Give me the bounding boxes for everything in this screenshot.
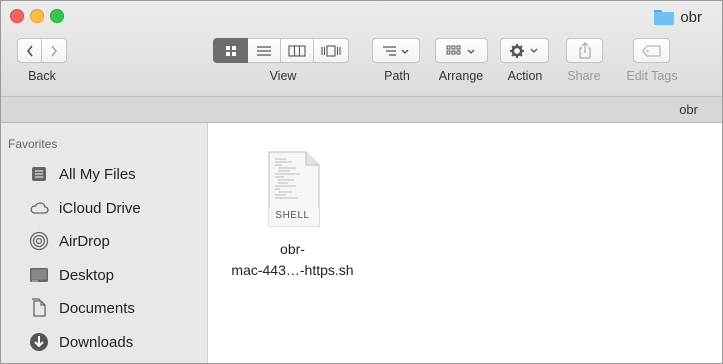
list-icon [257, 45, 271, 56]
sidebar-item-icloud-drive[interactable]: iCloud Drive [29, 195, 141, 221]
share-icon [578, 42, 591, 59]
column-view-button[interactable] [281, 38, 314, 63]
window-title-text: obr [680, 8, 702, 26]
sidebar-item-label: All My Files [59, 165, 136, 183]
zoom-window-button[interactable] [50, 9, 64, 23]
view-mode-control [213, 38, 349, 63]
sidebar-item-all-my-files[interactable]: All My Files [29, 161, 136, 187]
edit-tags-button[interactable] [633, 38, 670, 63]
sidebar-item-label: iCloud Drive [59, 199, 141, 217]
sidebar-item-desktop[interactable]: Desktop [29, 262, 114, 288]
path-button[interactable] [372, 38, 420, 63]
downloads-icon [29, 332, 49, 352]
sidebar-item-airdrop[interactable]: AirDrop [29, 228, 110, 254]
action-button[interactable] [500, 38, 549, 63]
share-button[interactable] [566, 38, 603, 63]
back-label: Back [28, 69, 56, 83]
tag-icon [641, 44, 661, 57]
cover-flow-button[interactable] [314, 38, 349, 63]
sidebar: Favorites All My Files iCloud Drive AirD… [1, 123, 208, 363]
file-item[interactable]: SHELL obr- mac-443…-https.sh [230, 151, 355, 281]
desktop-icon [29, 265, 49, 285]
columns-icon [288, 44, 306, 57]
all-my-files-icon [29, 164, 49, 184]
finder-window: obr Back View Path Arrange Action Share … [0, 0, 723, 364]
path-menu-icon [383, 45, 409, 56]
sidebar-item-documents[interactable]: Documents [29, 295, 135, 321]
shell-script-file-icon: SHELL [266, 151, 320, 227]
list-view-button[interactable] [248, 38, 281, 63]
back-button[interactable] [17, 38, 42, 63]
path-label: Path [384, 69, 410, 83]
file-name-line-1: obr- [280, 241, 305, 257]
title-toolbar: obr Back View Path Arrange Action Share … [1, 1, 722, 96]
sidebar-item-label: Documents [59, 299, 135, 317]
arrange-icon [446, 45, 474, 54]
file-type-badge: SHELL [275, 210, 310, 221]
action-label: Action [507, 69, 543, 83]
airdrop-icon [29, 231, 49, 251]
documents-icon [29, 298, 49, 318]
edit-tags-label: Edit Tags [626, 69, 678, 83]
gear-icon [509, 43, 537, 58]
chevron-right-icon [51, 45, 58, 56]
sidebar-item-downloads[interactable]: Downloads [29, 329, 133, 355]
sidebar-item-label: Desktop [59, 266, 115, 284]
share-label: Share [567, 69, 601, 83]
file-name: obr- mac-443…-https.sh [230, 239, 355, 281]
icon-view-button[interactable] [213, 38, 248, 63]
path-bar: obr [1, 96, 722, 123]
sidebar-item-label: Downloads [59, 333, 134, 351]
file-name-line-2: mac-443…-https.sh [231, 262, 354, 278]
minimize-window-button[interactable] [30, 9, 44, 23]
window-title: obr [654, 7, 702, 27]
arrange-label: Arrange [438, 69, 484, 83]
file-browser-content: SHELL obr- mac-443…-https.sh [208, 123, 722, 363]
folder-icon [654, 9, 675, 25]
grid-icon [225, 45, 236, 56]
back-forward-control [17, 38, 67, 63]
view-label: View [269, 69, 297, 83]
sidebar-heading-favorites: Favorites [8, 137, 58, 151]
sidebar-item-label: AirDrop [59, 232, 110, 250]
cloud-icon [29, 198, 49, 218]
chevron-left-icon [26, 45, 33, 56]
forward-button[interactable] [42, 38, 67, 63]
close-window-button[interactable] [10, 9, 24, 23]
path-crumb-obr[interactable]: obr [679, 102, 698, 117]
cover-flow-icon [321, 44, 341, 57]
arrange-button[interactable] [435, 38, 488, 63]
